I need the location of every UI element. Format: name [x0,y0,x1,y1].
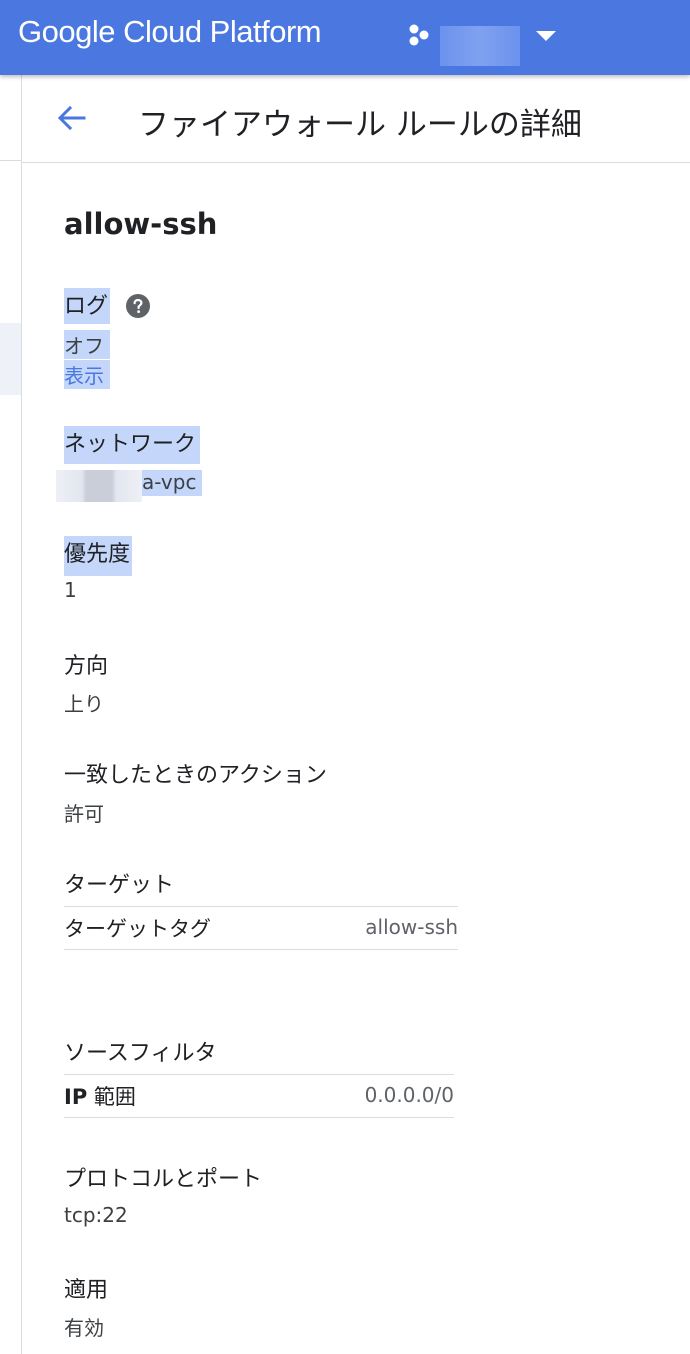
help-circle-icon[interactable] [126,294,150,318]
targets-label: ターゲット [64,873,175,898]
logs-label: ログ [64,288,111,324]
action-value: 許可 [64,802,104,826]
network-label: ネットワーク [64,426,201,464]
targets-table: ターゲットタグ allow-ssh [64,906,458,950]
target-tags-value: allow-ssh [365,915,458,939]
page-header: ファイアウォール ルールの詳細 [22,75,690,163]
brand-logo-text[interactable]: Google Cloud Platform [18,14,322,50]
network-value[interactable]: a-vpc [142,470,203,496]
nav-rail-divider [0,160,21,161]
arrow-back-icon[interactable] [55,101,89,135]
enforcement-value: 有効 [64,1316,104,1340]
ip-ranges-key-bold: IP [64,1085,88,1109]
direction-label: 方向 [64,654,109,679]
network-name-redacted [56,470,142,502]
logs-value: オフ [64,330,110,359]
protocols-ports-label: プロトコルとポート [64,1167,263,1192]
action-label: 一致したときのアクション [64,763,327,788]
protocols-ports-value: tcp:22 [64,1203,128,1227]
left-nav-rail [0,75,22,1354]
top-app-bar: Google Cloud Platform [0,0,690,75]
source-filter-table: IP 範囲 0.0.0.0/0 [64,1074,454,1118]
priority-label: 優先度 [64,536,133,576]
ip-ranges-value: 0.0.0.0/0 [364,1083,454,1107]
page-title: ファイアウォール ルールの詳細 [138,107,582,143]
target-tags-key: ターゲットタグ [64,917,211,941]
enforcement-label: 適用 [64,1278,109,1303]
direction-value: 上り [64,692,104,716]
table-row: IP 範囲 0.0.0.0/0 [64,1074,454,1118]
source-filter-label: ソースフィルタ [64,1041,217,1066]
ip-ranges-key: IP 範囲 [64,1081,136,1111]
project-name-redacted[interactable] [440,26,520,66]
table-row: ターゲットタグ allow-ssh [64,906,458,950]
ip-ranges-key-rest: 範囲 [87,1085,136,1109]
caret-down-icon[interactable] [536,31,556,41]
nav-rail-selected-item[interactable] [0,323,21,395]
project-hexagon-icon[interactable] [406,22,434,50]
priority-value: 1 [64,578,77,602]
logs-view-link[interactable]: 表示 [64,360,110,389]
rule-name-heading: allow-ssh [64,207,218,241]
